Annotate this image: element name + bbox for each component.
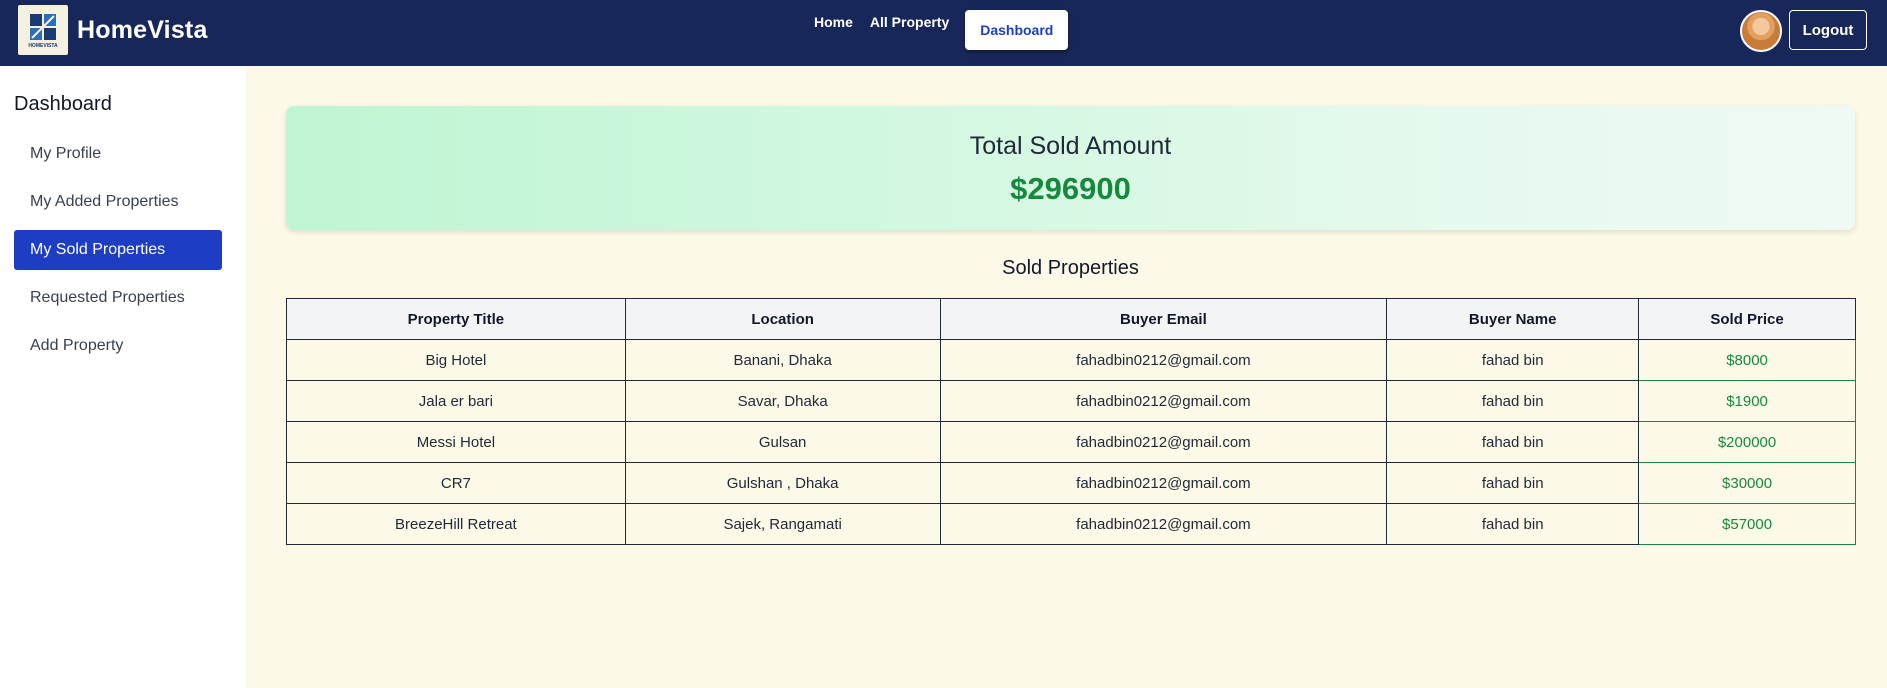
sidebar-item-my-sold-properties[interactable]: My Sold Properties bbox=[14, 230, 222, 270]
nav-dashboard-button[interactable]: Dashboard bbox=[965, 10, 1069, 50]
cell-location: Banani, Dhaka bbox=[624, 339, 941, 381]
nav-link-all-property[interactable]: All Property bbox=[870, 14, 949, 30]
cell-property-title: Big Hotel bbox=[286, 339, 626, 381]
cell-location: Savar, Dhaka bbox=[624, 380, 941, 422]
cell-property-title: Jala er bari bbox=[286, 380, 626, 422]
table-row: BreezeHill Retreat Sajek, Rangamati faha… bbox=[286, 503, 1856, 545]
brand-name[interactable]: HomeVista bbox=[77, 16, 208, 45]
cell-location: Gulsan bbox=[624, 421, 941, 463]
total-sold-title: Total Sold Amount bbox=[969, 132, 1172, 160]
logo: HOMEVISTA bbox=[18, 5, 68, 55]
cell-buyer-email: fahadbin0212@gmail.com bbox=[939, 421, 1388, 463]
cell-sold-price: $200000 bbox=[1638, 421, 1856, 463]
table-row: Messi Hotel Gulsan fahadbin0212@gmail.co… bbox=[286, 421, 1856, 463]
logo-mark-icon bbox=[30, 13, 56, 40]
sold-properties-table: Property Title Location Buyer Email Buye… bbox=[286, 298, 1856, 545]
cell-buyer-email: fahadbin0212@gmail.com bbox=[939, 462, 1388, 504]
sold-properties-title: Sold Properties bbox=[1002, 257, 1139, 279]
column-header-sold-price: Sold Price bbox=[1638, 298, 1856, 340]
sidebar-title: Dashboard bbox=[14, 93, 112, 115]
cell-sold-price: $1900 bbox=[1638, 380, 1856, 422]
cell-property-title: CR7 bbox=[286, 462, 626, 504]
cell-buyer-name: fahad bin bbox=[1386, 339, 1640, 381]
sidebar-item-add-property[interactable]: Add Property bbox=[14, 326, 222, 366]
cell-buyer-name: fahad bin bbox=[1386, 462, 1640, 504]
logout-button[interactable]: Logout bbox=[1789, 10, 1867, 50]
table-row: Jala er bari Savar, Dhaka fahadbin0212@g… bbox=[286, 380, 1856, 422]
total-sold-amount: $296900 bbox=[1010, 171, 1131, 206]
cell-buyer-email: fahadbin0212@gmail.com bbox=[939, 503, 1388, 545]
sidebar: Dashboard My Profile My Added Properties… bbox=[0, 66, 246, 688]
brand[interactable]: HOMEVISTA HomeVista bbox=[18, 5, 208, 55]
cell-buyer-name: fahad bin bbox=[1386, 421, 1640, 463]
sidebar-item-my-added-properties[interactable]: My Added Properties bbox=[14, 182, 222, 222]
column-header-buyer-email: Buyer Email bbox=[939, 298, 1388, 340]
cell-sold-price: $30000 bbox=[1638, 462, 1856, 504]
avatar[interactable] bbox=[1740, 10, 1782, 52]
column-header-property-title: Property Title bbox=[286, 298, 626, 340]
cell-property-title: Messi Hotel bbox=[286, 421, 626, 463]
cell-sold-price: $8000 bbox=[1638, 339, 1856, 381]
sidebar-item-my-profile[interactable]: My Profile bbox=[14, 134, 222, 174]
cell-location: Sajek, Rangamati bbox=[624, 503, 941, 545]
logo-text: HOMEVISTA bbox=[28, 42, 58, 49]
column-header-location: Location bbox=[624, 298, 941, 340]
cell-buyer-email: fahadbin0212@gmail.com bbox=[939, 339, 1388, 381]
cell-property-title: BreezeHill Retreat bbox=[286, 503, 626, 545]
cell-sold-price: $57000 bbox=[1638, 503, 1856, 545]
table-row: Big Hotel Banani, Dhaka fahadbin0212@gma… bbox=[286, 339, 1856, 381]
table-row: CR7 Gulshan , Dhaka fahadbin0212@gmail.c… bbox=[286, 462, 1856, 504]
top-navbar: HOMEVISTA HomeVista Home All Property Da… bbox=[0, 0, 1887, 66]
nav-links: Home All Property Dashboard bbox=[814, 10, 1069, 50]
sidebar-item-requested-properties[interactable]: Requested Properties bbox=[14, 278, 222, 318]
nav-link-home[interactable]: Home bbox=[814, 14, 853, 30]
column-header-buyer-name: Buyer Name bbox=[1386, 298, 1640, 340]
cell-location: Gulshan , Dhaka bbox=[624, 462, 941, 504]
cell-buyer-name: fahad bin bbox=[1386, 503, 1640, 545]
cell-buyer-name: fahad bin bbox=[1386, 380, 1640, 422]
cell-buyer-email: fahadbin0212@gmail.com bbox=[939, 380, 1388, 422]
total-sold-card: Total Sold Amount $296900 bbox=[286, 106, 1855, 230]
table-header-row: Property Title Location Buyer Email Buye… bbox=[286, 298, 1856, 340]
